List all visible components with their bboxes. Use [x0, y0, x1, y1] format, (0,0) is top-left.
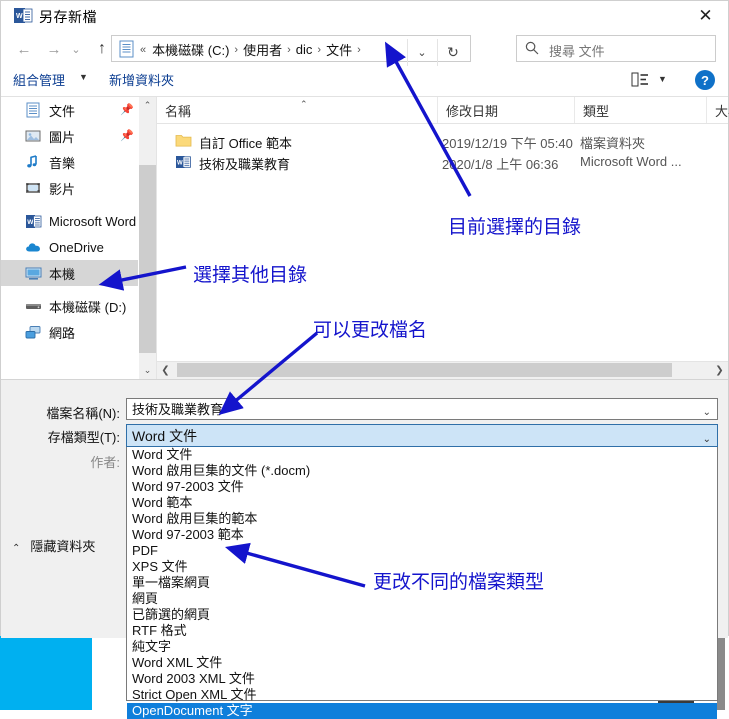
annotation-current-directory: 目前選擇的目錄	[448, 217, 582, 238]
arrow-to-address-bar	[384, 41, 472, 197]
arrow-to-type-list	[224, 542, 366, 588]
arrow-to-filename	[218, 331, 319, 415]
annotation-other-directory: 選擇其他目錄	[193, 265, 308, 286]
annotation-change-filename: 可以更改檔名	[313, 320, 428, 341]
annotation-arrows	[98, 41, 472, 588]
arrow-to-this-pc	[98, 265, 187, 291]
annotation-change-filetype: 更改不同的檔案類型	[373, 572, 545, 593]
